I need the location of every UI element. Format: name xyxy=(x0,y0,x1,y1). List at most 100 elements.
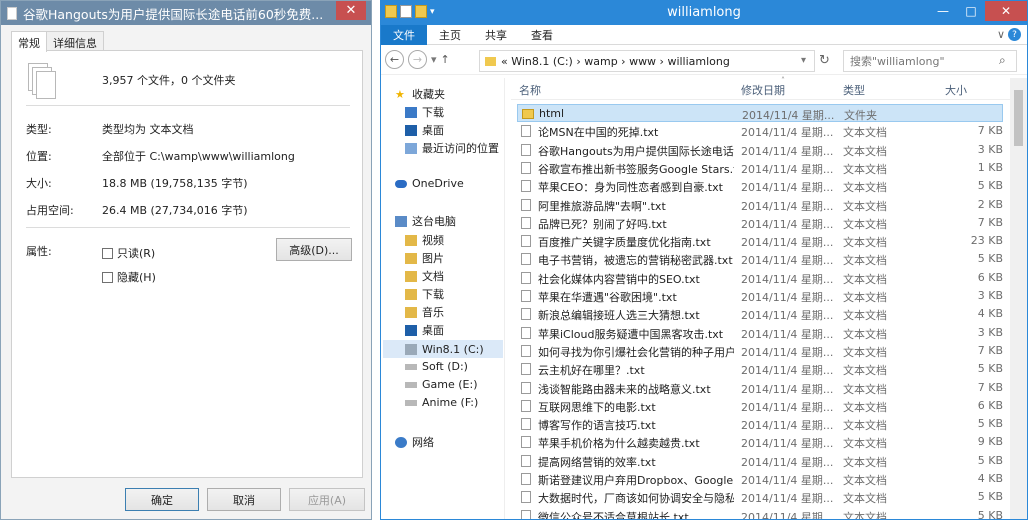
nav-videos[interactable]: 视频 xyxy=(405,232,444,248)
column-size[interactable]: 大小 xyxy=(945,82,967,98)
checkbox-box[interactable] xyxy=(102,247,113,259)
table-row[interactable]: 苹果手机价格为什么越卖越贵.txt 2014/11/4 星期... 文本文档 9 KB xyxy=(517,433,1003,451)
table-row[interactable]: 论MSN在中国的死掉.txt 2014/11/4 星期... 文本文档 7 KB xyxy=(517,122,1003,140)
explorer-titlebar[interactable]: ▾ williamlong — □ ✕ xyxy=(381,1,1027,25)
column-headers: 名称 ˄ 修改日期 类型 大小 xyxy=(511,76,1027,100)
location-value: 全部位于 C:\wamp\www\williamlong xyxy=(102,150,295,163)
text-file-icon xyxy=(521,436,531,449)
nav-drive-f[interactable]: Anime (F:) xyxy=(405,396,478,409)
nav-documents[interactable]: 文档 xyxy=(405,268,444,284)
table-row[interactable]: 电子书营销，被遗忘的营销秘密武器.txt 2014/11/4 星期... 文本文档 5… xyxy=(517,250,1003,268)
file-name: 苹果在华遭遇"谷歌困境".txt xyxy=(538,291,677,304)
advanced-button[interactable]: 高级(D)... xyxy=(276,238,352,261)
nav-drive-e[interactable]: Game (E:) xyxy=(405,378,477,391)
apply-button[interactable]: 应用(A) xyxy=(289,488,365,511)
help-icon[interactable]: ? xyxy=(1008,28,1021,41)
nav-drive-d[interactable]: Soft (D:) xyxy=(405,360,468,373)
refresh-icon[interactable]: ↻ xyxy=(819,53,830,68)
file-size: 9 KB xyxy=(977,435,1003,449)
tab-general[interactable]: 常规 xyxy=(11,31,47,52)
table-row[interactable]: 苹果iCloud服务疑遭中国黑客攻击.txt 2014/11/4 星期... 文本文… xyxy=(517,324,1003,342)
cancel-button[interactable]: 取消 xyxy=(207,488,281,511)
nav-recent[interactable]: 最近访问的位置 xyxy=(405,140,499,156)
hidden-checkbox[interactable]: 隐藏(H) xyxy=(102,269,156,285)
table-row[interactable]: 云主机好在哪里？.txt 2014/11/4 星期... 文本文档 5 KB xyxy=(517,360,1003,378)
checkbox-box[interactable] xyxy=(102,271,113,283)
address-path[interactable]: « Win8.1 (C:) › wamp › www › williamlong xyxy=(501,55,730,68)
nav-desktop-pc[interactable]: 桌面 xyxy=(405,322,444,338)
table-row[interactable]: 百度推广关键字质量度优化指南.txt 2014/11/4 星期... 文本文档 23 … xyxy=(517,232,1003,250)
column-type[interactable]: 类型 xyxy=(843,82,865,98)
file-type: 文本文档 xyxy=(843,455,887,469)
table-row[interactable]: html 2014/11/4 星期... 文件夹 xyxy=(517,104,1003,122)
nav-desktop[interactable]: 桌面 xyxy=(405,122,444,138)
file-size: 3 KB xyxy=(977,142,1003,156)
table-row[interactable]: 社会化媒体内容营销中的SEO.txt 2014/11/4 星期... 文本文档 6 K… xyxy=(517,269,1003,287)
close-button[interactable]: ✕ xyxy=(336,1,366,20)
file-icon xyxy=(7,6,17,20)
table-row[interactable]: 谷歌宣布推出新书签服务Google Stars.t... 2014/11/4 星期… xyxy=(517,159,1003,177)
scrollbar-thumb[interactable] xyxy=(1014,90,1023,146)
nav-label: 下载 xyxy=(422,288,444,301)
table-row[interactable]: 谷歌Hangouts为用户提供国际长途电话... 2014/11/4 星期... 文… xyxy=(517,141,1003,159)
column-name[interactable]: 名称 xyxy=(519,82,541,98)
nav-pictures[interactable]: 图片 xyxy=(405,250,444,266)
column-date[interactable]: 修改日期 xyxy=(741,82,785,98)
table-row[interactable]: 品牌已死？别闹了好吗.txt 2014/11/4 星期... 文本文档 7 KB xyxy=(517,214,1003,232)
chevron-down-icon[interactable]: ▾ xyxy=(431,53,437,66)
table-row[interactable]: 苹果在华遭遇"谷歌困境".txt 2014/11/4 星期... 文本文档 3 KB xyxy=(517,287,1003,305)
table-row[interactable]: 互联网思维下的电影.txt 2014/11/4 星期... 文本文档 6 KB xyxy=(517,397,1003,415)
tab-details[interactable]: 详细信息 xyxy=(46,31,104,51)
table-row[interactable]: 提高网络营销的效率.txt 2014/11/4 星期... 文本文档 5 KB xyxy=(517,452,1003,470)
table-row[interactable]: 苹果CEO：身为同性恋者感到自豪.txt 2014/11/4 星期... 文本文档 5… xyxy=(517,177,1003,195)
back-arrow-icon[interactable]: ← xyxy=(385,50,404,69)
file-type: 文本文档 xyxy=(843,492,887,506)
tab-home[interactable]: 主页 xyxy=(427,25,473,45)
nav-downloads[interactable]: 下载 xyxy=(405,104,444,120)
tab-share[interactable]: 共享 xyxy=(473,25,519,45)
download-folder-icon xyxy=(405,288,417,300)
file-type: 文本文档 xyxy=(843,126,887,140)
chevron-down-icon[interactable]: ∨ xyxy=(997,28,1005,41)
file-size: 4 KB xyxy=(977,307,1003,321)
nav-downloads-pc[interactable]: 下载 xyxy=(405,286,444,302)
file-date: 2014/11/4 星期... xyxy=(741,254,834,268)
table-row[interactable]: 斯诺登建议用户弃用Dropbox、Google... 2014/11/4 星期..… xyxy=(517,470,1003,488)
text-file-icon xyxy=(521,326,531,339)
nav-network[interactable]: 网络 xyxy=(395,434,434,450)
table-row[interactable]: 博客写作的语言技巧.txt 2014/11/4 星期... 文本文档 5 KB xyxy=(517,415,1003,433)
table-row[interactable]: 新浪总编辑接班人选三大猜想.txt 2014/11/4 星期... 文本文档 4 KB xyxy=(517,305,1003,323)
dialog-title: 谷歌Hangouts为用户提供国际长途电话前60秒免费... xyxy=(23,6,324,22)
minimize-button[interactable]: — xyxy=(929,1,957,21)
file-size: 5 KB xyxy=(977,179,1003,193)
table-row[interactable]: 大数据时代，厂商该如何协调安全与隐私... 2014/11/4 星期... 文本文档… xyxy=(517,488,1003,506)
table-row[interactable]: 微信公众号不适合草根站长.txt 2014/11/4 星期... 文本文档 5 KB xyxy=(517,507,1003,519)
address-bar[interactable]: « Win8.1 (C:) › wamp › www › williamlong xyxy=(479,50,815,72)
ok-button[interactable]: 确定 xyxy=(125,488,199,511)
maximize-button[interactable]: □ xyxy=(957,1,985,21)
address-dropdown-icon[interactable]: ▾ xyxy=(801,55,806,66)
readonly-checkbox[interactable]: 只读(R) xyxy=(102,245,155,261)
dialog-titlebar[interactable]: 谷歌Hangouts为用户提供国际长途电话前60秒免费... ✕ xyxy=(1,1,371,25)
file-type: 文本文档 xyxy=(843,236,887,250)
text-file-icon xyxy=(521,344,531,357)
forward-arrow-icon[interactable]: → xyxy=(408,50,427,69)
nav-label: 网络 xyxy=(412,436,434,449)
close-button[interactable]: ✕ xyxy=(985,1,1027,21)
nav-favorites[interactable]: ★ 收藏夹 xyxy=(395,86,445,102)
search-icon[interactable]: ⌕ xyxy=(999,53,1006,68)
nav-music[interactable]: 音乐 xyxy=(405,304,444,320)
nav-drive-c[interactable]: Win8.1 (C:) xyxy=(383,340,503,358)
music-folder-icon xyxy=(405,306,417,318)
table-row[interactable]: 如何寻找为你引爆社会化营销的种子用户... 2014/11/4 星期... 文本文档… xyxy=(517,342,1003,360)
search-input[interactable]: 搜索"williamlong" xyxy=(843,50,1017,72)
tab-file[interactable]: 文件 xyxy=(381,24,427,45)
text-file-icon xyxy=(521,271,531,284)
up-arrow-icon[interactable]: ↑ xyxy=(441,53,450,66)
vertical-scrollbar[interactable] xyxy=(1010,78,1027,519)
nav-this-pc[interactable]: 这台电脑 xyxy=(395,213,456,229)
tab-view[interactable]: 查看 xyxy=(519,25,565,45)
table-row[interactable]: 浅谈智能路由器未来的战略意义.txt 2014/11/4 星期... 文本文档 7 K… xyxy=(517,379,1003,397)
table-row[interactable]: 阿里推旅游品牌"去啊".txt 2014/11/4 星期... 文本文档 2 KB xyxy=(517,196,1003,214)
nav-onedrive[interactable]: OneDrive xyxy=(395,177,464,190)
